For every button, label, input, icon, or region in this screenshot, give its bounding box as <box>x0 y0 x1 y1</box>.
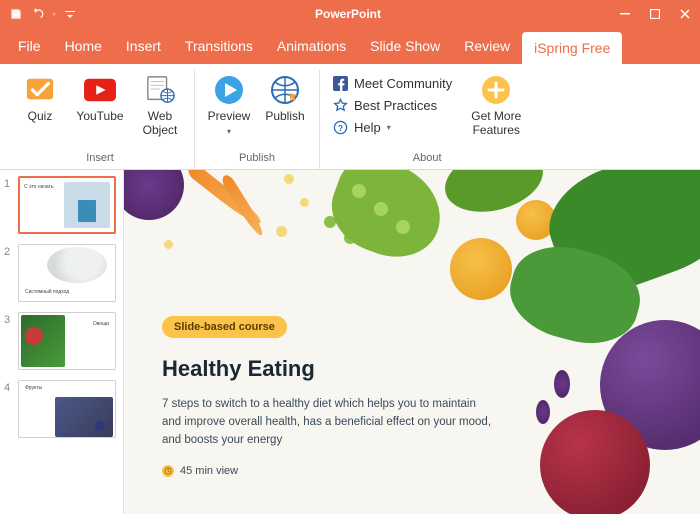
slide-meta: 45 min view <box>162 465 492 477</box>
group-insert: Quiz YouTube Web Object Insert <box>6 70 195 169</box>
slide-content: Slide-based course Healthy Eating 7 step… <box>162 316 492 477</box>
duration-label: 45 min view <box>180 465 238 477</box>
ribbon: Quiz YouTube Web Object Insert <box>0 64 700 170</box>
slide-title: Healthy Eating <box>162 356 492 382</box>
course-badge: Slide-based course <box>162 316 287 338</box>
qat-customize-icon[interactable] <box>60 4 80 24</box>
publish-button[interactable]: Publish <box>259 70 311 128</box>
thumb-number: 3 <box>4 312 14 370</box>
star-icon <box>332 97 348 113</box>
help-icon: ? <box>332 119 348 135</box>
tab-insert[interactable]: Insert <box>114 28 173 64</box>
web-object-label: Web Object <box>136 110 184 138</box>
tab-file[interactable]: File <box>6 28 53 64</box>
app-window: ▾ PowerPoint File Home Insert Transition… <box>0 0 700 514</box>
group-insert-label: Insert <box>86 149 114 169</box>
tab-home[interactable]: Home <box>53 28 114 64</box>
group-publish-label: Publish <box>239 149 275 169</box>
meet-community-link[interactable]: Meet Community <box>328 74 456 92</box>
best-practices-label: Best Practices <box>354 98 437 113</box>
group-about: Meet Community Best Practices ? Help ▾ <box>320 70 534 169</box>
youtube-icon <box>84 74 116 106</box>
thumb-number: 2 <box>4 244 14 302</box>
ribbon-tabs: File Home Insert Transitions Animations … <box>0 28 700 64</box>
preview-label: Preview▾ <box>208 110 251 138</box>
get-more-features-label: Get More Features <box>468 110 524 138</box>
tab-review[interactable]: Review <box>452 28 522 64</box>
help-link[interactable]: ? Help ▾ <box>328 118 456 136</box>
tab-transitions[interactable]: Transitions <box>173 28 265 64</box>
quiz-label: Quiz <box>28 110 53 124</box>
group-about-label: About <box>413 149 442 169</box>
youtube-label: YouTube <box>76 110 123 124</box>
minimize-button[interactable] <box>610 0 640 28</box>
maximize-button[interactable] <box>640 0 670 28</box>
chevron-down-icon: ▾ <box>387 123 391 132</box>
best-practices-link[interactable]: Best Practices <box>328 96 456 114</box>
title-bar: ▾ PowerPoint <box>0 0 700 28</box>
slide-thumb-3[interactable]: Овощи <box>18 312 116 370</box>
content-area: 1 С это начать 2 Системный подход 3 Овощ… <box>0 170 700 514</box>
slide-thumb-2[interactable]: Системный подход <box>18 244 116 302</box>
save-icon[interactable] <box>6 4 26 24</box>
help-label: Help <box>354 120 381 135</box>
svg-text:?: ? <box>337 122 342 132</box>
window-controls <box>610 0 700 28</box>
thumb-number: 4 <box>4 380 14 438</box>
tab-animations[interactable]: Animations <box>265 28 358 64</box>
clock-icon <box>162 465 174 477</box>
app-title: PowerPoint <box>86 7 610 21</box>
tab-ispring-free[interactable]: iSpring Free <box>522 32 622 64</box>
qat-separator-icon: ▾ <box>50 10 58 19</box>
publish-icon <box>269 74 301 106</box>
quiz-icon <box>24 74 56 106</box>
close-button[interactable] <box>670 0 700 28</box>
chevron-down-icon: ▾ <box>227 127 231 136</box>
web-object-icon <box>144 74 176 106</box>
slide-thumbnails[interactable]: 1 С это начать 2 Системный подход 3 Овощ… <box>0 170 124 514</box>
plus-icon <box>480 74 512 106</box>
quick-access-toolbar: ▾ <box>0 4 86 24</box>
slide-description: 7 steps to switch to a healthy diet whic… <box>162 396 492 449</box>
preview-button[interactable]: Preview▾ <box>203 70 255 142</box>
slide-thumb-4[interactable]: Фрукты <box>18 380 116 438</box>
publish-label: Publish <box>265 110 304 124</box>
group-publish: Preview▾ Publish Publish <box>195 70 320 169</box>
facebook-icon <box>332 75 348 91</box>
tab-slide-show[interactable]: Slide Show <box>358 28 452 64</box>
quiz-button[interactable]: Quiz <box>14 70 66 128</box>
web-object-button[interactable]: Web Object <box>134 70 186 142</box>
undo-icon[interactable] <box>28 4 48 24</box>
thumb-number: 1 <box>4 176 14 234</box>
preview-icon <box>213 74 245 106</box>
get-more-features-button[interactable]: Get More Features <box>466 70 526 142</box>
slide-canvas[interactable]: Slide-based course Healthy Eating 7 step… <box>124 170 700 514</box>
meet-community-label: Meet Community <box>354 76 452 91</box>
youtube-button[interactable]: YouTube <box>70 70 130 128</box>
slide-thumb-1[interactable]: С это начать <box>18 176 116 234</box>
